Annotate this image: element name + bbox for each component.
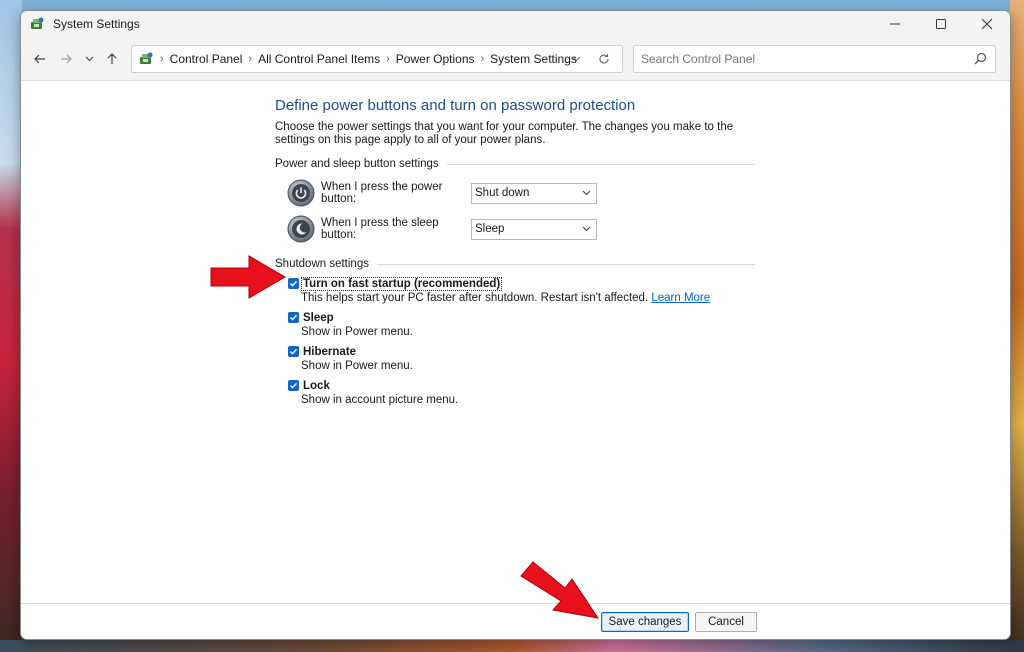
sleep-button-dropdown[interactable]: Sleep	[471, 218, 597, 240]
chevron-down-icon	[582, 223, 591, 238]
fast-startup-description-text: This helps start your PC faster after sh…	[301, 292, 649, 304]
sleep-checkbox[interactable]	[288, 312, 299, 323]
desktop-background-right	[1010, 0, 1024, 652]
title-bar: System Settings	[21, 11, 1010, 37]
power-sleep-group-header: Power and sleep button settings	[275, 158, 755, 170]
hibernate-checkbox[interactable]	[288, 346, 299, 357]
search-icon[interactable]	[974, 52, 987, 68]
up-arrow-icon	[107, 52, 117, 64]
power-button-icon	[287, 179, 315, 207]
power-button-dropdown[interactable]: Shut down	[471, 182, 597, 204]
breadcrumb-separator: ›	[386, 52, 390, 65]
lock-option: Lock Show in account picture menu.	[288, 378, 755, 408]
lock-checkbox[interactable]	[288, 380, 299, 391]
back-arrow-icon	[34, 54, 45, 63]
minimize-button[interactable]	[872, 11, 918, 37]
close-icon	[982, 19, 992, 29]
shutdown-group-header: Shutdown settings	[275, 258, 755, 270]
chevron-down-icon	[582, 187, 591, 202]
navigation-bar: › Control Panel › All Control Panel Item…	[21, 37, 1010, 81]
up-button[interactable]	[99, 46, 125, 72]
breadcrumb-separator: ›	[480, 52, 485, 65]
window-title: System Settings	[53, 17, 140, 31]
hibernate-description: Show in Power menu.	[301, 360, 413, 372]
power-button-selected-value: Shut down	[475, 187, 530, 199]
checkmark-icon	[290, 348, 298, 355]
learn-more-link[interactable]: Learn More	[651, 292, 710, 304]
breadcrumb-separator: ›	[248, 52, 253, 65]
address-bar[interactable]: › Control Panel › All Control Panel Item…	[131, 44, 623, 73]
red-arrow-annotation	[520, 561, 600, 619]
search-input[interactable]	[641, 51, 961, 66]
power-sleep-group-label: Power and sleep button settings	[275, 158, 439, 170]
checkmark-icon	[290, 382, 298, 389]
fast-startup-option: Turn on fast startup (recommended) This …	[288, 276, 755, 306]
recent-locations-button[interactable]	[79, 46, 99, 72]
close-button[interactable]	[964, 11, 1010, 37]
hibernate-label[interactable]: Hibernate	[302, 346, 357, 358]
power-button-setting: When I press the power button: Shut down	[287, 178, 755, 208]
forward-button[interactable]	[53, 46, 79, 72]
dialog-footer: Save changes Cancel	[21, 603, 1010, 639]
checkmark-icon	[290, 280, 298, 287]
sleep-label[interactable]: Sleep	[302, 312, 335, 324]
shutdown-group-label: Shutdown settings	[275, 258, 369, 270]
sleep-description: Show in Power menu.	[301, 326, 413, 338]
refresh-button[interactable]	[590, 46, 618, 72]
chevron-down-icon	[572, 56, 580, 61]
divider	[446, 163, 755, 165]
control-panel-icon	[29, 16, 45, 32]
breadcrumb-all-items[interactable]: All Control Panel Items	[258, 52, 380, 66]
breadcrumb-power-options[interactable]: Power Options	[396, 52, 475, 66]
breadcrumb-control-panel[interactable]: Control Panel	[170, 52, 243, 66]
desktop-background-left	[0, 0, 22, 652]
divider	[376, 263, 755, 265]
fast-startup-checkbox[interactable]	[288, 278, 299, 289]
breadcrumb-separator: ›	[160, 52, 164, 65]
sleep-button-selected-value: Sleep	[475, 223, 505, 235]
sleep-option: Sleep Show in Power menu.	[288, 310, 755, 340]
fast-startup-description: This helps start your PC faster after sh…	[301, 291, 755, 306]
checkmark-icon	[290, 314, 298, 321]
hibernate-option: Hibernate Show in Power menu.	[288, 344, 755, 374]
recent-dropdown-icon	[85, 56, 93, 61]
page-title: Define power buttons and turn on passwor…	[275, 97, 636, 114]
sleep-button-icon	[287, 215, 315, 243]
sleep-button-label: When I press the sleep button:	[321, 217, 439, 241]
page-description: Choose the power settings that you want …	[275, 121, 734, 146]
forward-arrow-icon	[61, 54, 72, 63]
system-settings-window: System Settings › Control Panel › All Co…	[20, 10, 1011, 640]
back-button[interactable]	[27, 46, 53, 72]
lock-label[interactable]: Lock	[302, 380, 331, 392]
power-button-label: When I press the power button:	[321, 181, 443, 205]
sleep-button-setting: When I press the sleep button: Sleep	[287, 214, 755, 244]
maximize-button[interactable]	[918, 11, 964, 37]
search-box[interactable]	[633, 44, 996, 73]
control-panel-icon	[138, 51, 154, 67]
save-changes-button[interactable]: Save changes	[601, 612, 689, 632]
refresh-icon	[599, 53, 609, 64]
maximize-icon	[936, 19, 946, 29]
desktop-background-bottom	[0, 640, 1024, 652]
red-arrow-annotation	[210, 255, 286, 299]
main-content: Define power buttons and turn on passwor…	[275, 97, 755, 408]
lock-description: Show in account picture menu.	[301, 394, 459, 406]
minimize-icon	[890, 23, 900, 25]
fast-startup-label[interactable]: Turn on fast startup (recommended)	[300, 276, 503, 291]
cancel-button[interactable]: Cancel	[695, 612, 757, 632]
address-dropdown-button[interactable]	[562, 46, 590, 72]
